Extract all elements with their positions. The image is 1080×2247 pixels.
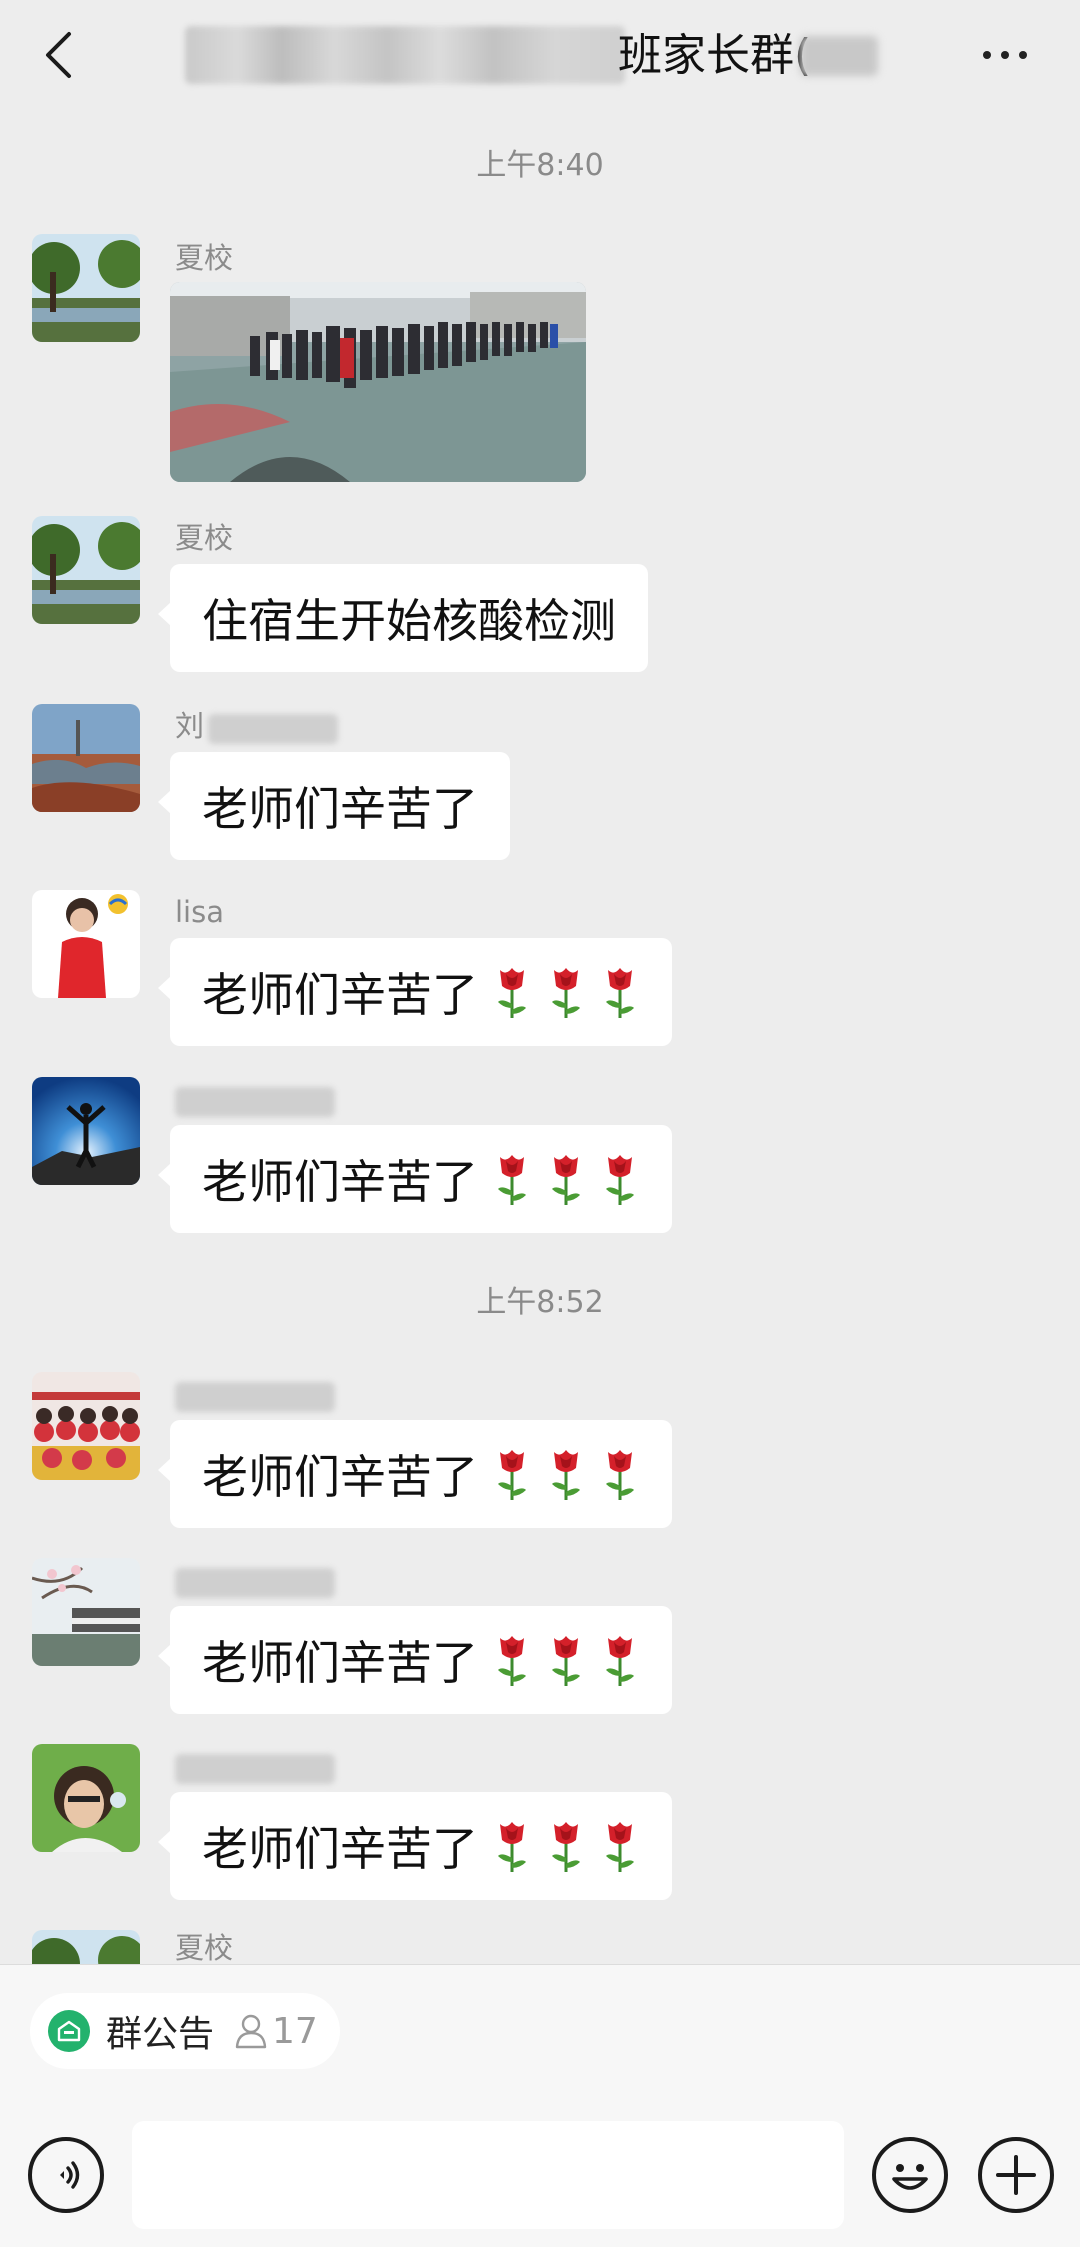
message-text: 老师们辛苦了 xyxy=(202,1822,478,1876)
message-text: 老师们辛苦了 xyxy=(202,1155,478,1209)
sender-name: lisa xyxy=(175,895,224,929)
rose-icon xyxy=(600,1818,640,1874)
avatar[interactable] xyxy=(32,234,140,342)
chevron-left-icon xyxy=(46,32,71,78)
input-area: 群公告 17 xyxy=(0,1964,1080,2247)
avatar[interactable] xyxy=(32,704,140,812)
smiley-icon xyxy=(892,2164,928,2190)
chat-header: 班家长群( xyxy=(0,0,1080,110)
rose-icon xyxy=(600,964,640,1020)
rose-icon xyxy=(600,1632,640,1688)
sender-redacted xyxy=(175,1382,335,1412)
timestamp: 上午8:40 xyxy=(476,148,604,183)
message-bubble[interactable]: 住宿生开始核酸检测 xyxy=(158,564,648,672)
plus-icon xyxy=(996,2155,1036,2195)
message-photo[interactable] xyxy=(170,282,586,482)
message-text: 老师们辛苦了 xyxy=(202,1636,478,1690)
avatar[interactable] xyxy=(32,1558,140,1666)
timestamp: 上午8:52 xyxy=(476,1285,604,1320)
sender-redacted xyxy=(175,1568,335,1598)
more-button[interactable] xyxy=(965,30,1045,80)
rose-icon xyxy=(492,1632,532,1688)
message-bubble[interactable]: 老师们辛苦了 xyxy=(158,1420,672,1528)
rose-icon xyxy=(492,1446,532,1502)
sender-name: 刘 xyxy=(175,709,205,743)
avatar[interactable] xyxy=(32,890,140,998)
avatar[interactable] xyxy=(32,1930,140,1964)
sender-redacted xyxy=(208,714,338,744)
notice-label: 群公告 xyxy=(106,2014,215,2055)
message-item: 夏校 xyxy=(0,1930,1080,1964)
message-bubble[interactable]: 老师们辛苦了 xyxy=(158,1792,672,1900)
avatar[interactable] xyxy=(32,1372,140,1480)
title-redacted xyxy=(185,26,625,84)
sender-redacted xyxy=(175,1087,335,1117)
rose-icon xyxy=(546,1446,586,1502)
message-bubble[interactable]: 老师们辛苦了 xyxy=(158,1606,672,1714)
member-count: 17 xyxy=(272,2010,318,2052)
message-text: 老师们辛苦了 xyxy=(202,968,478,1022)
rose-icon xyxy=(546,1632,586,1688)
message-input[interactable] xyxy=(132,2121,844,2229)
rose-icon xyxy=(600,1446,640,1502)
title-redacted-tail xyxy=(800,36,878,76)
sender-redacted xyxy=(175,1754,335,1784)
rose-icon xyxy=(492,964,532,1020)
avatar[interactable] xyxy=(32,1744,140,1852)
message-text: 住宿生开始核酸检测 xyxy=(202,594,616,648)
chat-title: 班家长群( xyxy=(618,30,812,81)
avatar[interactable] xyxy=(32,1077,140,1185)
sender-name: 夏校 xyxy=(175,521,234,555)
sender-name: 夏校 xyxy=(175,241,234,275)
rose-icon xyxy=(546,1151,586,1207)
emoji-button[interactable] xyxy=(872,2137,948,2213)
rose-icon xyxy=(492,1151,532,1207)
rose-icon xyxy=(492,1818,532,1874)
group-notice-button[interactable]: 群公告 17 xyxy=(30,1993,340,2069)
more-functions-button[interactable] xyxy=(978,2137,1054,2213)
person-icon xyxy=(235,2014,267,2049)
voice-button[interactable] xyxy=(28,2137,104,2213)
message-bubble[interactable]: 老师们辛苦了 xyxy=(158,938,672,1046)
voice-icon xyxy=(60,2161,80,2189)
back-button[interactable] xyxy=(28,22,88,88)
more-dots-icon xyxy=(983,51,991,59)
message-bubble[interactable]: 老师们辛苦了 xyxy=(158,752,510,860)
message-bubble[interactable]: 老师们辛苦了 xyxy=(158,1125,672,1233)
rose-icon xyxy=(600,1151,640,1207)
message-text: 老师们辛苦了 xyxy=(202,1450,478,1504)
avatar[interactable] xyxy=(32,516,140,624)
message-text: 老师们辛苦了 xyxy=(202,782,478,836)
notice-icon xyxy=(48,2010,90,2052)
rose-icon xyxy=(546,964,586,1020)
rose-icon xyxy=(546,1818,586,1874)
sender-name: 夏校 xyxy=(175,1931,234,1964)
